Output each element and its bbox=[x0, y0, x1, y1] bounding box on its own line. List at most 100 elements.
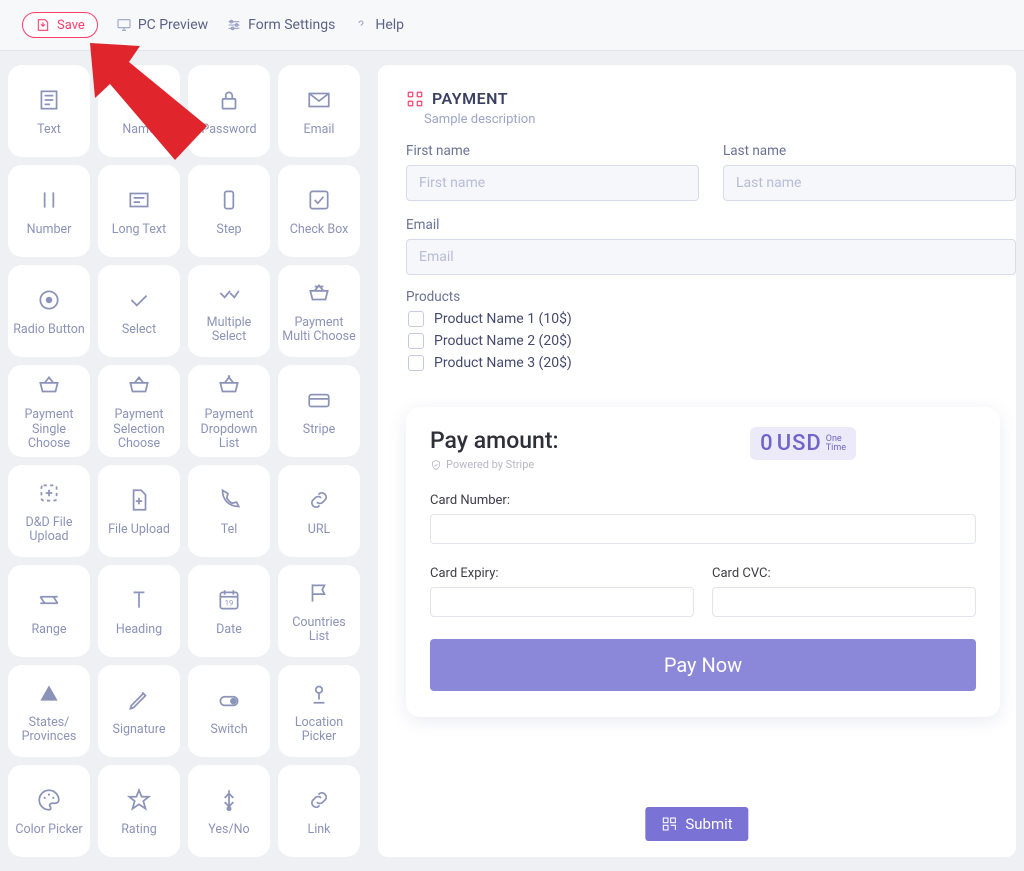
longtext-icon bbox=[122, 185, 156, 215]
basketadd-icon bbox=[212, 370, 246, 400]
palette-item-label: D&D File Upload bbox=[12, 516, 86, 545]
palette-item-link[interactable]: Link bbox=[278, 765, 360, 857]
product-label: Product Name 3 (20$) bbox=[434, 355, 572, 371]
palette-item-switch[interactable]: Switch bbox=[188, 665, 270, 757]
section-title: PAYMENT bbox=[406, 89, 1016, 108]
sliders-icon bbox=[226, 17, 242, 33]
checkbox-icon bbox=[302, 185, 336, 215]
step-icon bbox=[212, 185, 246, 215]
email-icon bbox=[302, 85, 336, 115]
palette-item-label: Rating bbox=[121, 823, 157, 837]
palette-item-label: Payment Dropdown List bbox=[192, 408, 266, 451]
palette-item-text[interactable]: Text bbox=[8, 65, 90, 157]
form-settings-button[interactable]: Form Settings bbox=[226, 17, 335, 33]
shield-icon bbox=[430, 459, 442, 471]
location-icon bbox=[302, 678, 336, 708]
save-button[interactable]: Save bbox=[22, 12, 98, 38]
palette-item-basketmulti[interactable]: Payment Multi Choose bbox=[278, 265, 360, 357]
date-icon: 19 bbox=[212, 585, 246, 615]
palette-item-heading[interactable]: Heading bbox=[98, 565, 180, 657]
switch-icon bbox=[212, 685, 246, 715]
palette-item-card[interactable]: Stripe bbox=[278, 365, 360, 457]
palette-item-name[interactable]: Name bbox=[98, 65, 180, 157]
help-icon bbox=[353, 17, 369, 33]
palette-item-label: Payment Selection Choose bbox=[102, 408, 176, 451]
palette-item-step[interactable]: Step bbox=[188, 165, 270, 257]
palette-item-label: Stripe bbox=[303, 423, 335, 437]
first-name-input[interactable] bbox=[406, 165, 699, 201]
palette-item-number[interactable]: Number bbox=[8, 165, 90, 257]
color-icon bbox=[32, 785, 66, 815]
palette-item-label: Tel bbox=[221, 523, 238, 537]
palette-item-label: Name bbox=[122, 123, 155, 137]
qr-icon bbox=[661, 816, 677, 832]
card-expiry-input[interactable] bbox=[430, 587, 694, 617]
range-icon bbox=[32, 585, 66, 615]
number-icon bbox=[32, 185, 66, 215]
palette-item-flag[interactable]: Countries List bbox=[278, 565, 360, 657]
palette-item-label: Range bbox=[31, 623, 66, 637]
palette-item-fileupload[interactable]: File Upload bbox=[98, 465, 180, 557]
palette-item-tel[interactable]: Tel bbox=[188, 465, 270, 557]
palette-item-label: File Upload bbox=[108, 523, 170, 537]
palette-item-triangle[interactable]: States/Provinces bbox=[8, 665, 90, 757]
palette-item-star[interactable]: Rating bbox=[98, 765, 180, 857]
palette-item-label: Check Box bbox=[290, 223, 349, 237]
email-input[interactable] bbox=[406, 239, 1016, 275]
password-icon bbox=[212, 85, 246, 115]
product-checkbox[interactable] bbox=[408, 311, 424, 327]
palette-item-label: Payment Multi Choose bbox=[282, 316, 356, 345]
palette-item-label: Location Picker bbox=[282, 716, 356, 745]
palette-item-email[interactable]: Email bbox=[278, 65, 360, 157]
palette-item-label: Text bbox=[37, 123, 61, 137]
product-checkbox[interactable] bbox=[408, 355, 424, 371]
powered-by: Powered by Stripe bbox=[430, 458, 559, 471]
palette-item-select[interactable]: Select bbox=[98, 265, 180, 357]
palette-item-label: Date bbox=[216, 623, 242, 637]
card-cvc-input[interactable] bbox=[712, 587, 976, 617]
last-name-input[interactable] bbox=[723, 165, 1016, 201]
palette-item-range[interactable]: Range bbox=[8, 565, 90, 657]
flag-icon bbox=[302, 578, 336, 608]
url-icon bbox=[302, 485, 336, 515]
help-button[interactable]: Help bbox=[353, 17, 404, 33]
palette-item-longtext[interactable]: Long Text bbox=[98, 165, 180, 257]
palette-item-yesno[interactable]: Yes/No bbox=[188, 765, 270, 857]
palette-item-label: Multiple Select bbox=[192, 316, 266, 345]
palette-item-checkbox[interactable]: Check Box bbox=[278, 165, 360, 257]
palette-item-basketadd[interactable]: Payment Dropdown List bbox=[188, 365, 270, 457]
yesno-icon bbox=[212, 785, 246, 815]
palette-item-date[interactable]: 19 Date bbox=[188, 565, 270, 657]
palette-item-label: Color Picker bbox=[15, 823, 82, 837]
pc-preview-button[interactable]: PC Preview bbox=[116, 17, 208, 33]
palette-item-multiselect[interactable]: Multiple Select bbox=[188, 265, 270, 357]
text-icon bbox=[32, 85, 66, 115]
palette-item-pen[interactable]: Signature bbox=[98, 665, 180, 757]
card-number-input[interactable] bbox=[430, 514, 976, 544]
palette-item-radio[interactable]: Radio Button bbox=[8, 265, 90, 357]
select-icon bbox=[122, 285, 156, 315]
pay-now-button[interactable]: Pay Now bbox=[430, 639, 976, 691]
star-icon bbox=[122, 785, 156, 815]
palette-item-color[interactable]: Color Picker bbox=[8, 765, 90, 857]
submit-button[interactable]: Submit bbox=[645, 807, 748, 841]
card-icon bbox=[302, 385, 336, 415]
palette-item-basketsel[interactable]: Payment Selection Choose bbox=[98, 365, 180, 457]
card-number-label: Card Number: bbox=[430, 493, 976, 508]
pay-amount-label: Pay amount: bbox=[430, 427, 559, 454]
palette-item-password[interactable]: Password bbox=[188, 65, 270, 157]
product-line: Product Name 2 (20$) bbox=[406, 333, 1016, 349]
palette-item-url[interactable]: URL bbox=[278, 465, 360, 557]
palette-item-label: Link bbox=[307, 823, 330, 837]
palette-item-basketsingle[interactable]: Payment Single Choose bbox=[8, 365, 90, 457]
palette-item-dndupload[interactable]: D&D File Upload bbox=[8, 465, 90, 557]
dndupload-icon bbox=[32, 478, 66, 508]
last-name-field: Last name bbox=[723, 143, 1016, 201]
products-label: Products bbox=[406, 289, 1016, 305]
section-description: Sample description bbox=[406, 112, 1016, 127]
product-checkbox[interactable] bbox=[408, 333, 424, 349]
card-cvc-label: Card CVC: bbox=[712, 566, 976, 581]
link-icon bbox=[302, 785, 336, 815]
palette-item-location[interactable]: Location Picker bbox=[278, 665, 360, 757]
top-toolbar: Save PC Preview Form Settings Help bbox=[0, 0, 1024, 51]
